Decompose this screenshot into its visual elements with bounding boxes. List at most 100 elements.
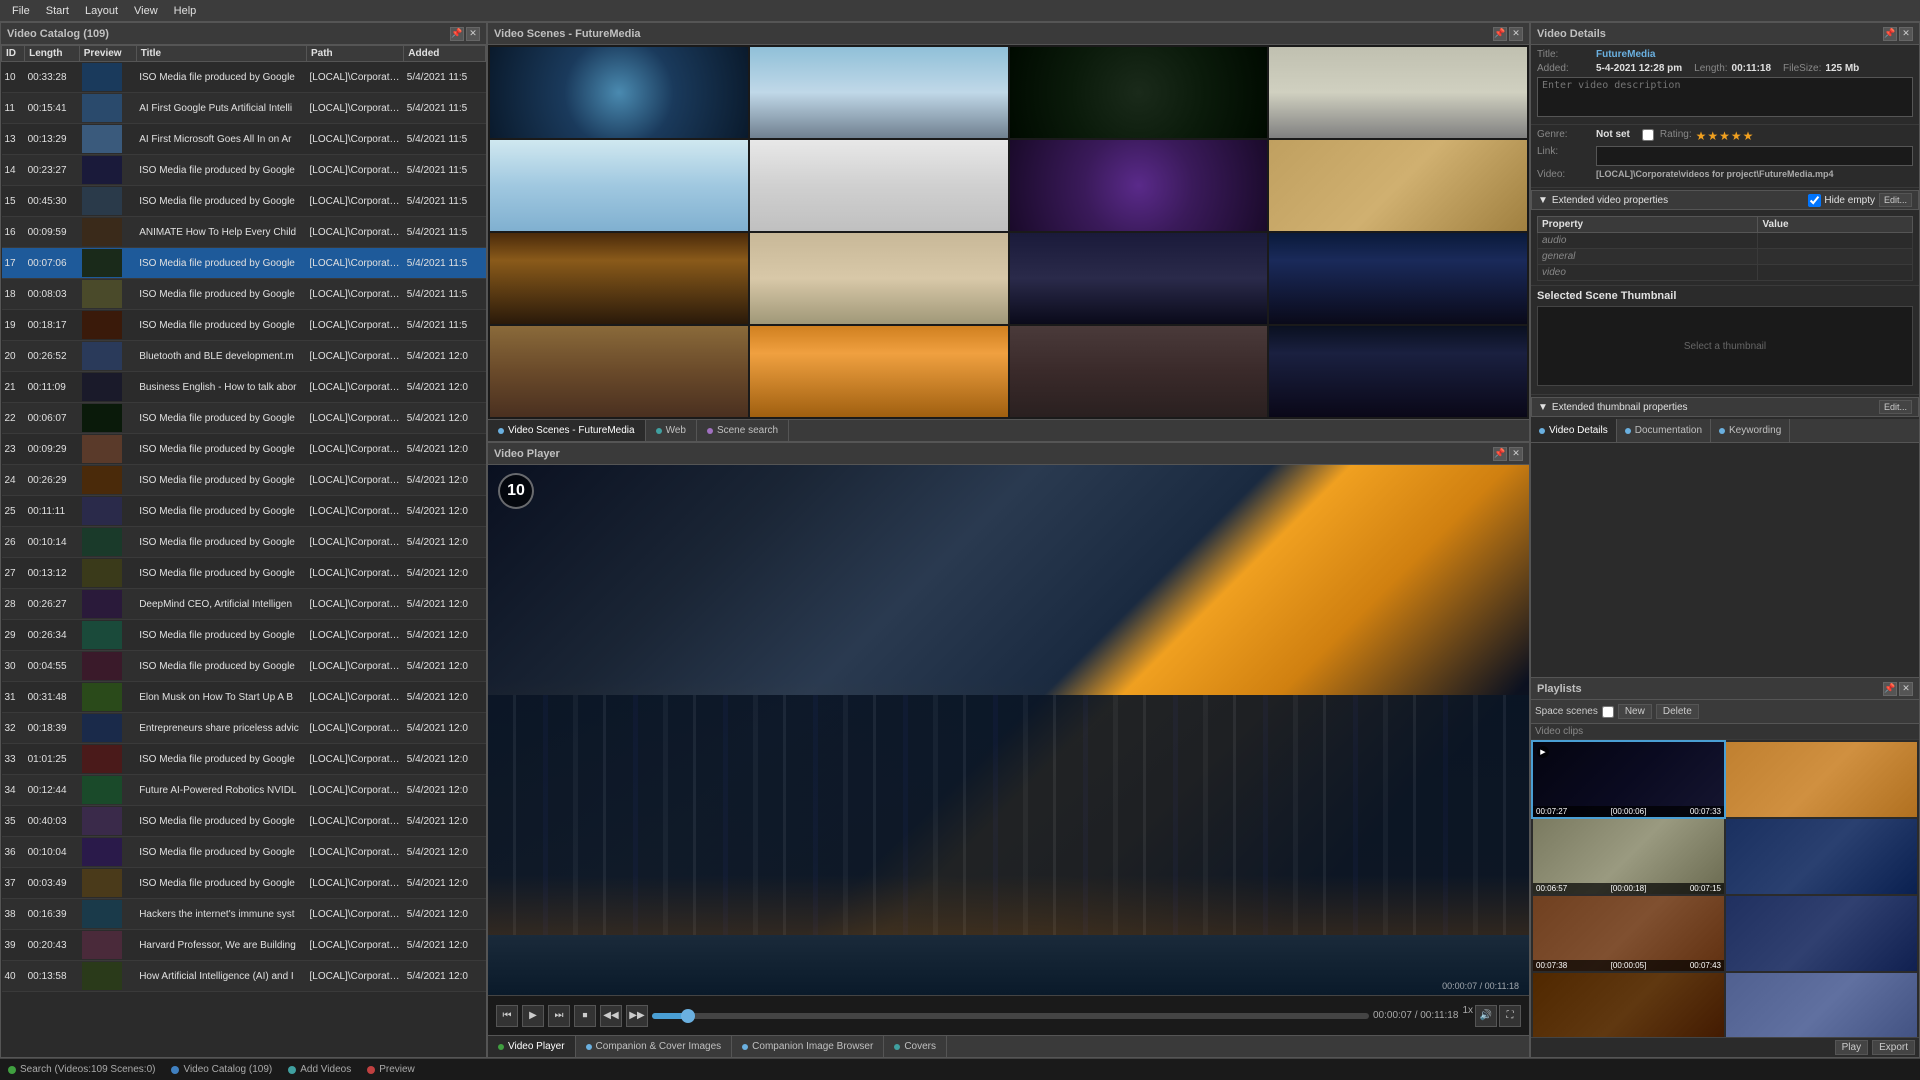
play-pause-btn[interactable]: ▶ <box>522 1005 544 1027</box>
table-row[interactable]: 14 00:23:27 ISO Media file produced by G… <box>2 155 486 186</box>
menu-file[interactable]: File <box>4 3 38 19</box>
playlist-clip[interactable]: 00:07:38 [00:00:05] 00:07:43 <box>1533 896 1724 971</box>
details-close-btn[interactable]: ✕ <box>1899 27 1913 41</box>
status-add-videos[interactable]: Add Videos <box>288 1064 351 1075</box>
edit-thumb-btn[interactable]: Edit... <box>1879 400 1912 414</box>
scene-thumbnail[interactable] <box>750 47 1008 138</box>
playlist-clip[interactable] <box>1726 742 1917 817</box>
player-close-btn[interactable]: ✕ <box>1509 447 1523 461</box>
table-row[interactable]: 39 00:20:43 Harvard Professor, We are Bu… <box>2 930 486 961</box>
menu-start[interactable]: Start <box>38 3 77 19</box>
video-display[interactable]: 10 00:00:07 / 00:11:18 <box>488 465 1529 995</box>
table-row[interactable]: 24 00:26:29 ISO Media file produced by G… <box>2 465 486 496</box>
table-row[interactable]: 30 00:04:55 ISO Media file produced by G… <box>2 651 486 682</box>
status-preview[interactable]: Preview <box>367 1064 415 1075</box>
scene-thumbnail[interactable] <box>750 233 1008 324</box>
volume-btn[interactable]: 🔊 <box>1475 1005 1497 1027</box>
table-row[interactable]: 40 00:13:58 How Artificial Intelligence … <box>2 961 486 992</box>
extended-props-header[interactable]: ▼ Extended video properties Hide empty E… <box>1531 190 1919 210</box>
playlist-clip[interactable] <box>1726 896 1917 971</box>
player-tab-video[interactable]: Video Player <box>488 1036 576 1057</box>
hide-empty-label[interactable]: Hide empty <box>1808 194 1875 207</box>
table-row[interactable]: 20 00:26:52 Bluetooth and BLE developmen… <box>2 341 486 372</box>
star-2[interactable]: ★ <box>1707 129 1718 143</box>
table-row[interactable]: 37 00:03:49 ISO Media file produced by G… <box>2 868 486 899</box>
table-row[interactable]: 32 00:18:39 Entrepreneurs share priceles… <box>2 713 486 744</box>
table-row[interactable]: 27 00:13:12 ISO Media file produced by G… <box>2 558 486 589</box>
scene-thumbnail[interactable] <box>750 326 1008 417</box>
playlist-clip[interactable] <box>1726 973 1917 1037</box>
table-row[interactable]: 31 00:31:48 Elon Musk on How To Start Up… <box>2 682 486 713</box>
play-playlist-btn[interactable]: Play <box>1835 1040 1868 1055</box>
player-tab-covers[interactable]: Covers <box>884 1036 947 1057</box>
table-row[interactable]: 34 00:12:44 Future AI-Powered Robotics N… <box>2 775 486 806</box>
scene-thumbnail[interactable] <box>490 233 748 324</box>
scene-thumbnail[interactable] <box>1269 326 1527 417</box>
detail-tab-docs[interactable]: Documentation <box>1617 419 1711 442</box>
scene-thumbnail[interactable] <box>1269 47 1527 138</box>
table-row[interactable]: 16 00:09:59 ANIMATE How To Help Every Ch… <box>2 217 486 248</box>
table-row[interactable]: 35 00:40:03 ISO Media file produced by G… <box>2 806 486 837</box>
next-frame-btn[interactable]: ⏭ <box>548 1005 570 1027</box>
col-path[interactable]: Path <box>306 46 403 62</box>
genre-checkbox[interactable] <box>1642 129 1654 141</box>
player-progress-thumb[interactable] <box>681 1009 695 1023</box>
catalog-pin-btn[interactable]: 📌 <box>450 27 464 41</box>
menu-layout[interactable]: Layout <box>77 3 126 19</box>
scene-thumbnail[interactable] <box>490 326 748 417</box>
scene-tab-web[interactable]: Web <box>646 420 697 441</box>
catalog-table[interactable]: ID Length Preview Title Path Added 10 00… <box>1 45 486 1057</box>
table-row[interactable]: 25 00:11:11 ISO Media file produced by G… <box>2 496 486 527</box>
playlist-clip[interactable]: 00:06:57 [00:00:18] 00:07:15 <box>1533 819 1724 894</box>
fullscreen-btn[interactable]: ⛶ <box>1499 1005 1521 1027</box>
table-row[interactable]: 23 00:09:29 ISO Media file produced by G… <box>2 434 486 465</box>
scenes-pin-btn[interactable]: 📌 <box>1493 27 1507 41</box>
playlists-pin-btn[interactable]: 📌 <box>1883 682 1897 696</box>
catalog-close-btn[interactable]: ✕ <box>466 27 480 41</box>
scene-tab-scenes[interactable]: Video Scenes - FutureMedia <box>488 420 646 441</box>
table-row[interactable]: 15 00:45:30 ISO Media file produced by G… <box>2 186 486 217</box>
link-input[interactable] <box>1596 146 1913 166</box>
col-added[interactable]: Added <box>404 46 486 62</box>
star-1[interactable]: ★ <box>1696 129 1707 143</box>
new-playlist-btn[interactable]: New <box>1618 704 1652 719</box>
description-textarea[interactable] <box>1537 77 1913 117</box>
scene-thumbnail[interactable] <box>1010 326 1268 417</box>
table-row[interactable]: 36 00:10:04 ISO Media file produced by G… <box>2 837 486 868</box>
player-progress-bar[interactable] <box>652 1013 1369 1019</box>
playlists-close-btn[interactable]: ✕ <box>1899 682 1913 696</box>
table-row[interactable]: 17 00:07:06 ISO Media file produced by G… <box>2 248 486 279</box>
scene-thumbnail[interactable] <box>750 140 1008 231</box>
export-playlist-btn[interactable]: Export <box>1872 1040 1915 1055</box>
prev-frame-btn[interactable]: ⏮ <box>496 1005 518 1027</box>
scene-tab-search[interactable]: Scene search <box>697 420 789 441</box>
next-scene-btn[interactable]: ▶▶ <box>626 1005 648 1027</box>
col-length[interactable]: Length <box>25 46 80 62</box>
prev-scene-btn[interactable]: ◀◀ <box>600 1005 622 1027</box>
table-row[interactable]: 21 00:11:09 Business English - How to ta… <box>2 372 486 403</box>
table-row[interactable]: 19 00:18:17 ISO Media file produced by G… <box>2 310 486 341</box>
col-preview[interactable]: Preview <box>79 46 136 62</box>
playlist-clip[interactable] <box>1533 973 1724 1037</box>
star-4[interactable]: ★ <box>1731 129 1742 143</box>
thumb-preview-area[interactable]: Select a thumbnail <box>1537 306 1913 386</box>
table-row[interactable]: 11 00:15:41 AI First Google Puts Artific… <box>2 93 486 124</box>
scene-thumbnail[interactable] <box>1010 47 1268 138</box>
table-row[interactable]: 10 00:33:28 ISO Media file produced by G… <box>2 62 486 93</box>
scene-thumbnail[interactable] <box>1010 233 1268 324</box>
col-title[interactable]: Title <box>136 46 306 62</box>
player-tab-browser[interactable]: Companion Image Browser <box>732 1036 884 1057</box>
detail-tab-details[interactable]: Video Details <box>1531 419 1617 442</box>
scene-thumbnail[interactable] <box>1010 140 1268 231</box>
delete-playlist-btn[interactable]: Delete <box>1656 704 1699 719</box>
hide-empty-checkbox[interactable] <box>1808 194 1821 207</box>
col-id[interactable]: ID <box>2 46 25 62</box>
table-row[interactable]: 29 00:26:34 ISO Media file produced by G… <box>2 620 486 651</box>
table-row[interactable]: 26 00:10:14 ISO Media file produced by G… <box>2 527 486 558</box>
status-catalog[interactable]: Video Catalog (109) <box>171 1064 272 1075</box>
table-row[interactable]: 22 00:06:07 ISO Media file produced by G… <box>2 403 486 434</box>
extended-thumb-header[interactable]: ▼ Extended thumbnail properties Edit... <box>1531 397 1919 417</box>
edit-props-btn[interactable]: Edit... <box>1879 193 1912 207</box>
scene-thumbnail[interactable] <box>1269 140 1527 231</box>
playlist-clip[interactable]: ▶ 00:07:27 [00:00:06] 00:07:33 <box>1533 742 1724 817</box>
